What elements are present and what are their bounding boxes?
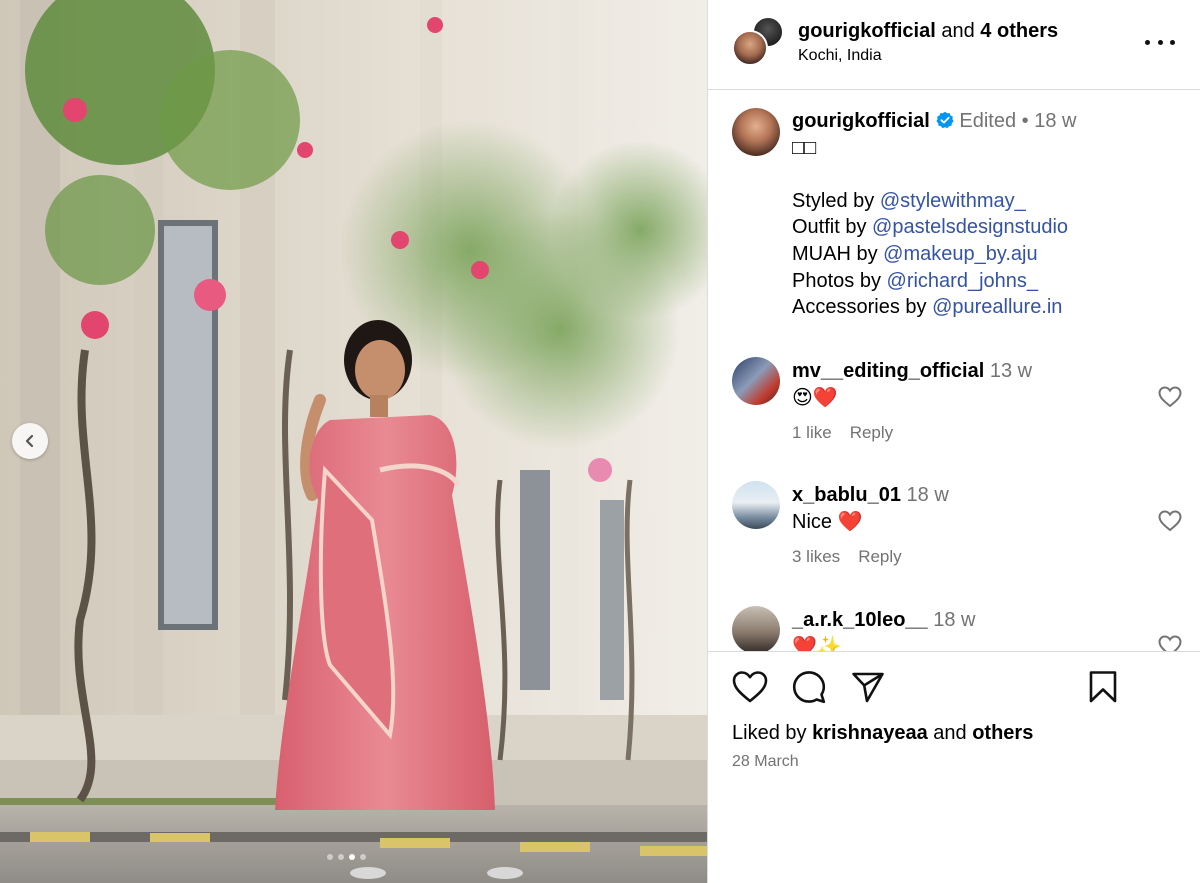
heart-icon[interactable] (732, 670, 768, 704)
avatar[interactable] (732, 357, 780, 405)
more-options-button[interactable] (1145, 30, 1175, 54)
comment-username[interactable]: mv__editing_official (792, 360, 984, 382)
avatar[interactable] (732, 481, 780, 529)
carousel-indicator (327, 854, 366, 860)
comment-item: x_bablu_01 18 w Nice ❤️ 3 likes Reply (732, 481, 1182, 581)
more-options-icon (1145, 39, 1150, 45)
collaborators-link[interactable]: 4 others (980, 20, 1058, 42)
heart-icon[interactable] (1158, 510, 1182, 532)
heart-icon[interactable] (1158, 635, 1182, 651)
comment-item: _a.r.k_10leo__ 18 w ❤️✨ (732, 606, 1182, 651)
liked-by-prefix: Liked by (732, 722, 807, 744)
avatar[interactable] (732, 606, 780, 651)
mention-link[interactable]: @richard_johns_ (887, 270, 1039, 292)
liked-by-and: and (933, 722, 967, 744)
meta-separator: • (1021, 110, 1029, 132)
bookmark-icon[interactable] (1088, 670, 1118, 704)
credit-label: Photos by (792, 269, 881, 292)
comment-username[interactable]: _a.r.k_10leo__ (792, 609, 928, 631)
comment-time[interactable]: 18 w (907, 484, 949, 506)
section-divider (708, 651, 1200, 652)
post-details-panel: gourigkofficial and 4 others Kochi, Indi… (707, 0, 1200, 883)
mention-link[interactable]: @pureallure.in (932, 296, 1062, 318)
author-username[interactable]: gourigkofficial (798, 20, 936, 42)
photo-scene (0, 0, 707, 883)
post-location[interactable]: Kochi, India (798, 46, 882, 66)
carousel-dot-active (349, 854, 355, 860)
carousel-dot (327, 854, 333, 860)
post-actions (732, 670, 1142, 710)
previous-slide-button[interactable] (12, 423, 48, 459)
collab-avatars[interactable] (732, 16, 784, 70)
edited-label: Edited (959, 110, 1017, 132)
paper-plane-icon[interactable] (851, 670, 885, 704)
comment-text: 😍❤️ (792, 387, 838, 409)
credit-line: MUAH by @makeup_by.aju (792, 241, 1182, 268)
mention-link[interactable]: @makeup_by.aju (883, 243, 1037, 265)
post-authors[interactable]: gourigkofficial and 4 others (798, 19, 1058, 43)
comment-bubble-icon[interactable] (792, 670, 826, 704)
post-header: gourigkofficial and 4 others Kochi, Indi… (708, 0, 1200, 90)
credit-label: Styled by (792, 189, 875, 212)
comment-likes[interactable]: 3 likes (792, 547, 840, 566)
verified-badge-icon (936, 111, 954, 129)
caption-emoji: □□ (792, 136, 817, 159)
credit-line: Styled by @stylewithmay_ (792, 188, 1182, 215)
comment-time[interactable]: 18 w (933, 609, 975, 631)
avatar[interactable] (732, 108, 780, 156)
comment-username[interactable]: x_bablu_01 (792, 484, 901, 506)
heart-icon[interactable] (1158, 386, 1182, 408)
comment-text: ❤️✨ (792, 636, 842, 651)
comments-section[interactable]: gourigkofficial Edited • 18 w □□ Styled … (708, 91, 1200, 651)
liked-by-others[interactable]: others (972, 722, 1033, 744)
post-photo (0, 0, 707, 883)
chevron-left-icon (25, 434, 34, 448)
carousel-dot (360, 854, 366, 860)
liked-by-user[interactable]: krishnayeaa (812, 722, 928, 744)
caption-time[interactable]: 18 w (1034, 110, 1076, 132)
credit-line: Outfit by @pastelsdesignstudio (792, 214, 1182, 241)
post-date[interactable]: 28 March (732, 751, 799, 773)
comment-time[interactable]: 13 w (990, 360, 1032, 382)
credit-line: Photos by @richard_johns_ (792, 268, 1182, 295)
mention-link[interactable]: @stylewithmay_ (880, 190, 1026, 212)
liked-by[interactable]: Liked by krishnayeaa and others (732, 720, 1033, 746)
credit-label: MUAH by (792, 242, 878, 265)
comment-item: mv__editing_official 13 w 😍❤️ 1 like Repl… (732, 357, 1182, 457)
mention-link[interactable]: @pastelsdesignstudio (872, 216, 1068, 238)
credit-line: Accessories by @pureallure.in (792, 294, 1182, 321)
author-joiner: and (941, 20, 975, 42)
comment-text: Nice ❤️ (792, 511, 863, 533)
reply-button[interactable]: Reply (850, 423, 893, 442)
credit-label: Outfit by (792, 216, 867, 239)
reply-button[interactable]: Reply (858, 547, 901, 566)
carousel-dot (338, 854, 344, 860)
caption-username[interactable]: gourigkofficial (792, 110, 930, 132)
avatar (732, 30, 768, 66)
credit-label: Accessories by (792, 296, 927, 319)
comment-likes[interactable]: 1 like (792, 423, 832, 442)
